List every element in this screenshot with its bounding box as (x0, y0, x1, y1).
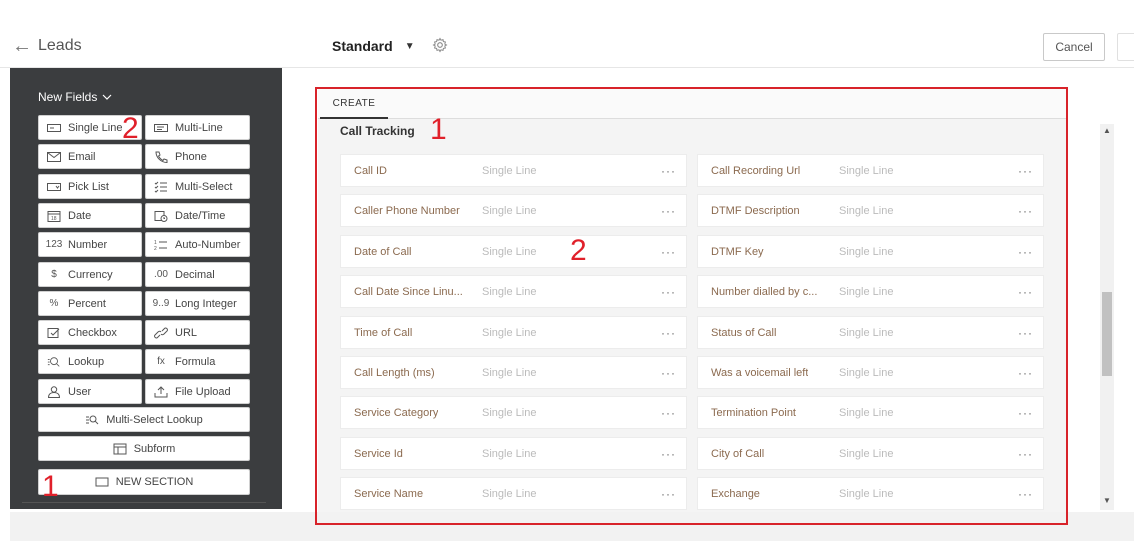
palette-field-label: Phone (175, 150, 207, 163)
palette-field-label: Lookup (68, 355, 105, 368)
multi-line-field-button[interactable]: Multi-Line (145, 115, 250, 140)
palette-field-label: Auto-Number (175, 238, 241, 251)
back-to-leads-link[interactable]: ← Leads (12, 36, 82, 56)
palette-field-label: Email (68, 150, 96, 163)
single-line-icon (47, 122, 61, 134)
multi-select-icon (154, 181, 168, 193)
annotation-number-palette-top: 2 (122, 112, 139, 145)
multi-select-field-button[interactable]: Multi-Select (145, 174, 250, 199)
file-upload-icon (154, 385, 168, 398)
date-time-field-button[interactable]: Date/Time (145, 203, 250, 228)
formula-field-button[interactable]: fx Formula (145, 349, 250, 374)
layout-name-label: Standard (332, 38, 393, 54)
percent-icon: % (49, 298, 59, 309)
palette-field-label: Decimal (175, 268, 215, 281)
scrollbar-thumb[interactable] (1102, 292, 1112, 376)
palette-field-label: Single Line (68, 121, 123, 134)
annotation-number-section: 1 (430, 113, 447, 146)
palette-field-label: User (68, 385, 92, 398)
auto-number-icon: 12 (154, 239, 168, 251)
long-integer-icon: 9..9 (152, 298, 170, 309)
subform-icon (113, 443, 127, 455)
layout-editor-page: ← Leads Standard ▼ Cancel New Fields Sin… (0, 0, 1134, 541)
picklist-icon (47, 181, 61, 193)
multi-line-icon (154, 122, 168, 134)
layout-selector[interactable]: Standard ▼ (332, 38, 415, 54)
checkbox-field-button[interactable]: Checkbox (38, 320, 142, 345)
palette-field-label: File Upload (175, 385, 231, 398)
back-label: Leads (38, 37, 82, 54)
svg-text:2: 2 (154, 246, 157, 251)
cancel-button[interactable]: Cancel (1043, 33, 1105, 61)
pick-list-field-button[interactable]: Pick List (38, 174, 142, 199)
auto-number-field-button[interactable]: 1 2 Auto-Number (145, 232, 250, 257)
save-button[interactable] (1117, 33, 1134, 61)
date-field-button[interactable]: 18 Date (38, 203, 142, 228)
palette-title: New Fields (38, 90, 98, 104)
new-section-label: NEW SECTION (115, 476, 194, 488)
section-icon (95, 476, 109, 488)
number-icon: 123 (45, 239, 63, 250)
annotation-number-palette-bottom: 1 (42, 470, 59, 503)
annotation-number-fields: 2 (570, 234, 587, 267)
url-icon (154, 327, 168, 339)
date-icon: 18 (47, 210, 61, 222)
back-arrow-icon: ← (12, 35, 32, 57)
palette-field-label: Long Integer (175, 297, 237, 310)
url-field-button[interactable]: URL (145, 320, 250, 345)
palette-field-label: Number (68, 238, 108, 251)
lookup-icon (47, 356, 61, 368)
multi-select-lookup-icon (85, 414, 99, 426)
datetime-icon (154, 210, 168, 222)
palette-field-label: Pick List (68, 180, 109, 193)
subform-label: Subform (133, 442, 176, 455)
gear-icon[interactable] (432, 37, 448, 53)
formula-icon: fx (157, 356, 165, 367)
currency-field-button[interactable]: $ Currency (38, 262, 142, 287)
currency-icon: $ (51, 269, 57, 280)
email-field-button[interactable]: Email (38, 144, 142, 169)
palette-field-label: Percent (68, 297, 106, 310)
multi-select-lookup-field-button[interactable]: Multi-Select Lookup (38, 407, 250, 432)
palette-field-label: URL (175, 326, 198, 339)
annotation-highlight-box (315, 87, 1068, 525)
email-icon (47, 151, 61, 163)
checkbox-icon (47, 327, 61, 339)
top-bar: ← Leads Standard ▼ Cancel (0, 0, 1134, 68)
number-field-button[interactable]: 123 Number (38, 232, 142, 257)
file-upload-field-button[interactable]: File Upload (145, 379, 250, 404)
palette-field-label: Date (68, 209, 92, 222)
phone-field-button[interactable]: Phone (145, 144, 250, 169)
palette-field-label: Multi-Select (175, 180, 233, 193)
phone-icon (154, 151, 168, 163)
user-field-button[interactable]: User (38, 379, 142, 404)
scroll-up-arrow-icon[interactable]: ▲ (1103, 126, 1111, 135)
palette-field-label: Date/Time (175, 209, 226, 222)
palette-field-label: Multi-Line (175, 121, 223, 134)
lookup-field-button[interactable]: Lookup (38, 349, 142, 374)
percent-field-button[interactable]: % Percent (38, 291, 142, 316)
new-section-button[interactable]: NEW SECTION (38, 469, 250, 495)
palette-field-label: Currency (68, 268, 113, 281)
decimal-icon: .00 (154, 269, 168, 280)
svg-text:18: 18 (51, 216, 57, 222)
decimal-field-button[interactable]: .00 Decimal (145, 262, 250, 287)
chevron-down-icon (102, 94, 112, 100)
subform-field-button[interactable]: Subform (38, 436, 250, 461)
palette-field-label: Checkbox (68, 326, 117, 339)
long-integer-field-button[interactable]: 9..9 Long Integer (145, 291, 250, 316)
new-fields-toggle[interactable]: New Fields (38, 90, 112, 104)
multi-select-lookup-label: Multi-Select Lookup (106, 413, 203, 426)
caret-down-icon: ▼ (404, 40, 415, 52)
user-icon (47, 385, 61, 398)
scroll-down-arrow-icon[interactable]: ▼ (1103, 496, 1111, 505)
palette-field-label: Formula (175, 355, 216, 368)
